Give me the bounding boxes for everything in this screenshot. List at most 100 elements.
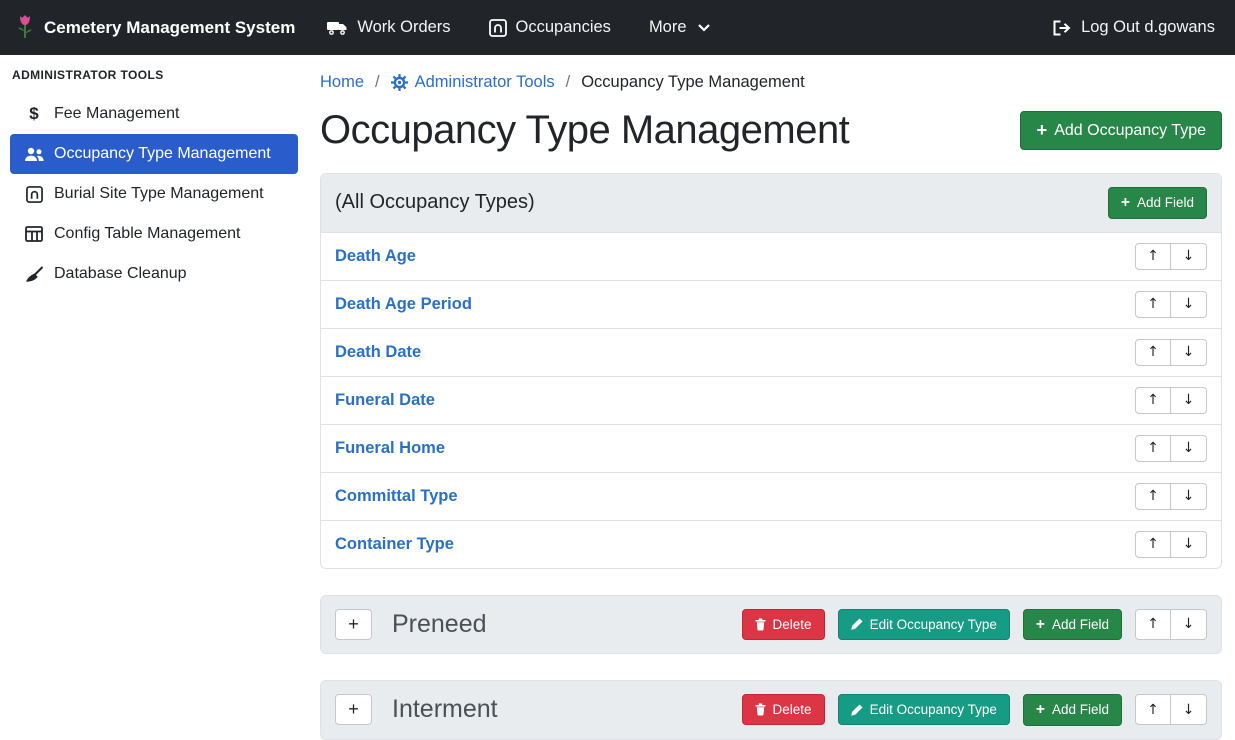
add-occupancy-type-button[interactable]: + Add Occupancy Type <box>1020 111 1222 149</box>
table-icon <box>23 226 45 242</box>
field-link-death-age-period[interactable]: Death Age Period <box>335 295 472 314</box>
sidebar-item-label: Fee Management <box>54 105 179 123</box>
move-up-button[interactable]: ↑ <box>1135 291 1171 318</box>
field-link-committal-type[interactable]: Committal Type <box>335 487 458 506</box>
nav-occupancies[interactable]: Occupancies <box>489 18 611 37</box>
field-link-death-date[interactable]: Death Date <box>335 343 421 362</box>
tombstone-icon <box>23 186 45 203</box>
move-up-button[interactable]: ↑ <box>1135 339 1171 366</box>
add-field-button[interactable]: + Add Field <box>1023 694 1122 726</box>
section-title: Preneed <box>392 610 487 639</box>
plus-icon: + <box>1036 702 1045 718</box>
move-down-button[interactable]: ↓ <box>1171 291 1207 318</box>
add-field-label: Add Field <box>1137 195 1194 210</box>
nav-work-orders[interactable]: Work Orders <box>327 18 450 37</box>
add-field-label: Add Field <box>1052 702 1109 717</box>
expand-button[interactable]: + <box>335 694 372 725</box>
field-row: Death Date ↑ ↓ <box>321 328 1221 376</box>
reorder-buttons: ↑ ↓ <box>1135 483 1207 510</box>
breadcrumb-admin-tools[interactable]: Administrator Tools <box>391 73 555 92</box>
sidebar-item-label: Database Cleanup <box>54 265 187 283</box>
field-link-container-type[interactable]: Container Type <box>335 535 454 554</box>
all-occupancy-types-header: (All Occupancy Types) + Add Field <box>321 174 1221 233</box>
move-up-button[interactable]: ↑ <box>1135 609 1171 640</box>
field-row: Committal Type ↑ ↓ <box>321 472 1221 520</box>
edit-occupancy-type-label: Edit Occupancy Type <box>870 702 997 717</box>
delete-button[interactable]: Delete <box>742 694 825 725</box>
occupancy-type-section-preneed: + Preneed Delete <box>320 595 1222 655</box>
move-up-button[interactable]: ↑ <box>1135 435 1171 462</box>
add-field-label: Add Field <box>1052 617 1109 632</box>
field-link-death-age[interactable]: Death Age <box>335 247 416 266</box>
sidebar-item-database-cleanup[interactable]: Database Cleanup <box>10 254 298 294</box>
reorder-buttons: ↑ ↓ <box>1135 435 1207 462</box>
reorder-buttons: ↑ ↓ <box>1135 609 1207 640</box>
trash-icon <box>755 618 766 631</box>
move-down-button[interactable]: ↓ <box>1171 339 1207 366</box>
section-actions: Delete Edit Occupancy Type + Add Field ↑ <box>742 609 1207 641</box>
sidebar-item-occupancy-type-management[interactable]: Occupancy Type Management <box>10 134 298 174</box>
tulip-logo-icon <box>16 14 34 41</box>
move-down-button[interactable]: ↓ <box>1171 483 1207 510</box>
edit-occupancy-type-button[interactable]: Edit Occupancy Type <box>838 694 1010 725</box>
reorder-buttons: ↑ ↓ <box>1135 339 1207 366</box>
field-row: Container Type ↑ ↓ <box>321 520 1221 568</box>
breadcrumb-admin-tools-label: Administrator Tools <box>415 73 555 92</box>
move-down-button[interactable]: ↓ <box>1171 435 1207 462</box>
sidebar-item-fee-management[interactable]: $ Fee Management <box>10 94 298 134</box>
tombstone-icon <box>489 19 507 37</box>
move-down-button[interactable]: ↓ <box>1171 694 1207 725</box>
field-row: Funeral Date ↑ ↓ <box>321 376 1221 424</box>
sidebar-item-label: Config Table Management <box>54 225 241 243</box>
breadcrumb-current: Occupancy Type Management <box>581 73 805 92</box>
move-up-button[interactable]: ↑ <box>1135 483 1171 510</box>
nav-more-label: More <box>649 18 687 37</box>
plus-icon: + <box>1036 121 1047 139</box>
reorder-buttons: ↑ ↓ <box>1135 387 1207 414</box>
brand[interactable]: Cemetery Management System <box>16 14 295 41</box>
main-nav: Work Orders Occupancies More <box>327 18 747 37</box>
nav-work-orders-label: Work Orders <box>357 18 450 37</box>
users-icon <box>23 147 45 162</box>
pencil-icon <box>851 704 863 716</box>
edit-occupancy-type-button[interactable]: Edit Occupancy Type <box>838 609 1010 640</box>
reorder-buttons: ↑ ↓ <box>1135 243 1207 270</box>
move-up-button[interactable]: ↑ <box>1135 694 1171 725</box>
logout-label: Log Out d.gowans <box>1081 18 1215 37</box>
edit-occupancy-type-label: Edit Occupancy Type <box>870 617 997 632</box>
field-link-funeral-date[interactable]: Funeral Date <box>335 391 435 410</box>
logout-link[interactable]: Log Out d.gowans <box>1052 18 1215 37</box>
breadcrumb-home-label: Home <box>320 73 364 92</box>
breadcrumb-separator: / <box>566 73 571 92</box>
breadcrumb-home[interactable]: Home <box>320 73 364 92</box>
plus-icon: + <box>1036 617 1045 633</box>
delete-button[interactable]: Delete <box>742 609 825 640</box>
move-down-button[interactable]: ↓ <box>1171 387 1207 414</box>
sidebar-heading: ADMINISTRATOR TOOLS <box>0 68 308 94</box>
move-down-button[interactable]: ↓ <box>1171 531 1207 558</box>
top-navbar: Cemetery Management System Work Orders <box>0 0 1235 55</box>
sidebar-item-burial-site-type-management[interactable]: Burial Site Type Management <box>10 174 298 214</box>
admin-tools-sidebar: ADMINISTRATOR TOOLS $ Fee Management Occ… <box>0 55 308 738</box>
plus-icon: + <box>1121 195 1130 211</box>
reorder-buttons: ↑ ↓ <box>1135 694 1207 725</box>
add-field-button[interactable]: + Add Field <box>1023 609 1122 641</box>
section-actions: Delete Edit Occupancy Type + Add Field ↑ <box>742 694 1207 726</box>
move-up-button[interactable]: ↑ <box>1135 387 1171 414</box>
move-down-button[interactable]: ↓ <box>1171 243 1207 270</box>
field-row: Death Age ↑ ↓ <box>321 233 1221 280</box>
field-link-funeral-home[interactable]: Funeral Home <box>335 439 445 458</box>
sidebar-item-label: Burial Site Type Management <box>54 185 264 203</box>
delete-label: Delete <box>773 702 812 717</box>
main-content: Home / Administrator <box>308 55 1235 738</box>
expand-button[interactable]: + <box>335 609 372 640</box>
move-up-button[interactable]: ↑ <box>1135 243 1171 270</box>
nav-occupancies-label: Occupancies <box>516 18 611 37</box>
move-up-button[interactable]: ↑ <box>1135 531 1171 558</box>
brand-title: Cemetery Management System <box>44 18 295 38</box>
move-down-button[interactable]: ↓ <box>1171 609 1207 640</box>
gear-icon <box>391 74 408 91</box>
nav-more[interactable]: More <box>649 18 710 37</box>
add-field-button[interactable]: + Add Field <box>1108 187 1207 219</box>
sidebar-item-config-table-management[interactable]: Config Table Management <box>10 214 298 254</box>
